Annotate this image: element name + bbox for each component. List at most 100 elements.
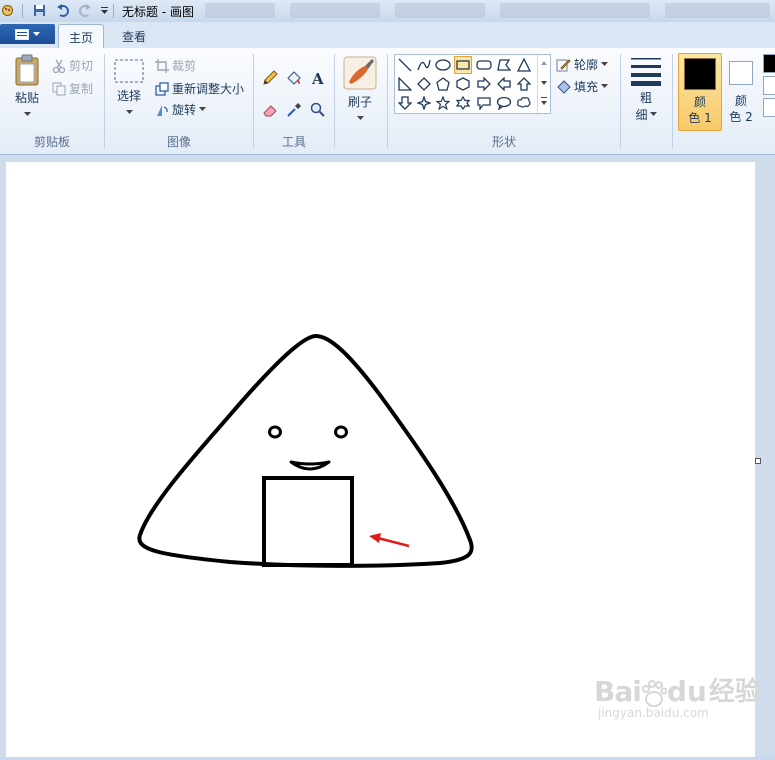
watermark-url: jingyan.baidu.com xyxy=(598,706,709,720)
color2-button[interactable]: 颜 色 2 xyxy=(724,53,758,129)
background-window-blur xyxy=(500,3,650,18)
five-point-star-shape-icon[interactable] xyxy=(434,94,452,112)
select-label: 选择 xyxy=(116,89,141,103)
canvas-resize-handle[interactable] xyxy=(755,458,761,464)
rotate-icon xyxy=(157,104,168,116)
hexagon-shape-icon[interactable] xyxy=(454,75,472,93)
shapes-gallery xyxy=(394,54,551,114)
eraser-icon xyxy=(263,105,277,117)
crop-button[interactable]: 裁剪 xyxy=(155,57,196,74)
select-button[interactable]: 选择 xyxy=(111,58,147,118)
right-arrow-shape-icon[interactable] xyxy=(475,75,493,93)
four-point-star-shape-icon[interactable] xyxy=(415,94,433,112)
pentagon-shape-icon[interactable] xyxy=(434,75,452,93)
scissors-icon xyxy=(52,59,66,73)
scroll-arrows-icon xyxy=(541,61,547,105)
diamond-shape-icon[interactable] xyxy=(415,75,433,93)
crop-icon xyxy=(155,58,169,73)
color2-swatch xyxy=(729,61,753,85)
rectangle-shape-icon[interactable] xyxy=(454,56,472,74)
group-separator xyxy=(672,54,673,148)
text-tool-button[interactable]: A xyxy=(307,67,329,89)
drawing-canvas[interactable] xyxy=(6,162,755,757)
background-window-blur xyxy=(290,3,380,18)
background-window-blur xyxy=(395,3,485,18)
color2-label-line2: 色 2 xyxy=(729,110,753,124)
resize-button[interactable]: 重新调整大小 xyxy=(155,80,244,97)
palette-swatch-white[interactable] xyxy=(763,76,775,95)
chevron-down-icon xyxy=(23,112,31,116)
tab-home[interactable]: 主页 xyxy=(58,24,105,50)
shapes-group-label: 形状 xyxy=(491,135,516,149)
polygon-shape-icon[interactable] xyxy=(495,56,513,74)
resize-label: 重新调整大小 xyxy=(172,82,245,96)
magnifier-icon xyxy=(310,102,325,117)
tools-group: A 工具 xyxy=(254,50,334,152)
line-shape-icon[interactable] xyxy=(396,56,414,74)
tab-view[interactable]: 查看 xyxy=(112,24,156,48)
shapes-gallery-scrollbar[interactable] xyxy=(537,55,550,113)
down-arrow-shape-icon[interactable] xyxy=(396,94,414,112)
cut-button[interactable]: 剪切 xyxy=(52,57,93,74)
undo-icon[interactable] xyxy=(55,3,70,18)
redo-icon[interactable] xyxy=(77,3,92,18)
menu-icon xyxy=(15,28,29,40)
rotate-button[interactable]: 旋转 xyxy=(155,101,207,118)
drawing-svg xyxy=(137,334,474,568)
baidu-watermark: Bai du 经验 jingyan.baidu.com xyxy=(594,671,761,720)
watermark-brand2: du xyxy=(666,675,707,708)
brushes-label: 刷子 xyxy=(347,95,372,109)
paint-app-icon[interactable] xyxy=(0,3,15,18)
fill-bucket-icon xyxy=(557,80,571,94)
title-separator xyxy=(113,4,114,18)
oval-callout-shape-icon[interactable] xyxy=(495,94,513,112)
pencil-tool-button[interactable] xyxy=(259,67,281,89)
up-arrow-shape-icon[interactable] xyxy=(515,75,533,93)
six-point-star-shape-icon[interactable] xyxy=(454,94,472,112)
save-icon[interactable] xyxy=(32,3,47,18)
pencil-icon xyxy=(263,70,278,85)
chevron-down-icon xyxy=(601,84,609,88)
customize-quick-access-icon[interactable] xyxy=(97,3,112,18)
copy-button[interactable]: 复制 xyxy=(52,80,93,97)
color1-label-line1: 颜 xyxy=(693,95,706,109)
size-button[interactable]: 粗 细 xyxy=(626,54,666,123)
cloud-callout-shape-icon[interactable] xyxy=(515,94,533,112)
chevron-down-icon xyxy=(649,112,657,116)
paw-icon xyxy=(641,680,667,707)
color1-label-line2: 色 1 xyxy=(688,111,712,125)
rounded-callout-shape-icon[interactable] xyxy=(475,94,493,112)
red-arrow-head xyxy=(369,533,381,543)
fill-button[interactable]: 填充 xyxy=(556,78,609,95)
clipboard-icon xyxy=(15,54,39,86)
fill-tool-button[interactable] xyxy=(283,67,305,89)
paste-button[interactable]: 粘贴 xyxy=(8,54,46,120)
palette-swatch-black[interactable] xyxy=(763,54,775,73)
palette-swatch-empty[interactable] xyxy=(763,98,775,117)
triangle-shape-icon[interactable] xyxy=(515,56,533,74)
rotate-label: 旋转 xyxy=(172,103,197,117)
eraser-tool-button[interactable] xyxy=(259,99,281,121)
outline-button[interactable]: 轮廓 xyxy=(556,56,609,73)
right-triangle-shape-icon[interactable] xyxy=(396,75,414,93)
brush-icon xyxy=(343,56,377,90)
left-arrow-shape-icon[interactable] xyxy=(495,75,513,93)
eyedropper-icon xyxy=(287,103,301,117)
paste-label: 粘贴 xyxy=(14,91,39,105)
title-bar: 无标题 - 画图 xyxy=(0,0,775,23)
paint-bucket-icon xyxy=(287,71,301,85)
copy-icon xyxy=(52,82,66,95)
ribbon: 粘贴 剪切 复制 剪贴板 选择 裁剪 重新调整大小 旋转 图像 A 工具 刷子 … xyxy=(0,48,775,155)
paint-menu-button[interactable] xyxy=(0,24,55,44)
brushes-button[interactable]: 刷子 xyxy=(340,56,380,124)
rice-ball-outline xyxy=(137,334,474,568)
curve-shape-icon[interactable] xyxy=(415,56,433,74)
color-picker-tool-button[interactable] xyxy=(283,99,305,121)
group-separator xyxy=(620,54,621,148)
oval-shape-icon[interactable] xyxy=(434,56,452,74)
magnifier-tool-button[interactable] xyxy=(307,99,329,121)
outline-label: 轮廓 xyxy=(574,58,599,72)
rounded-rectangle-shape-icon[interactable] xyxy=(475,56,493,74)
color1-button[interactable]: 颜 色 1 xyxy=(678,53,722,131)
red-arrow-line xyxy=(377,536,410,548)
